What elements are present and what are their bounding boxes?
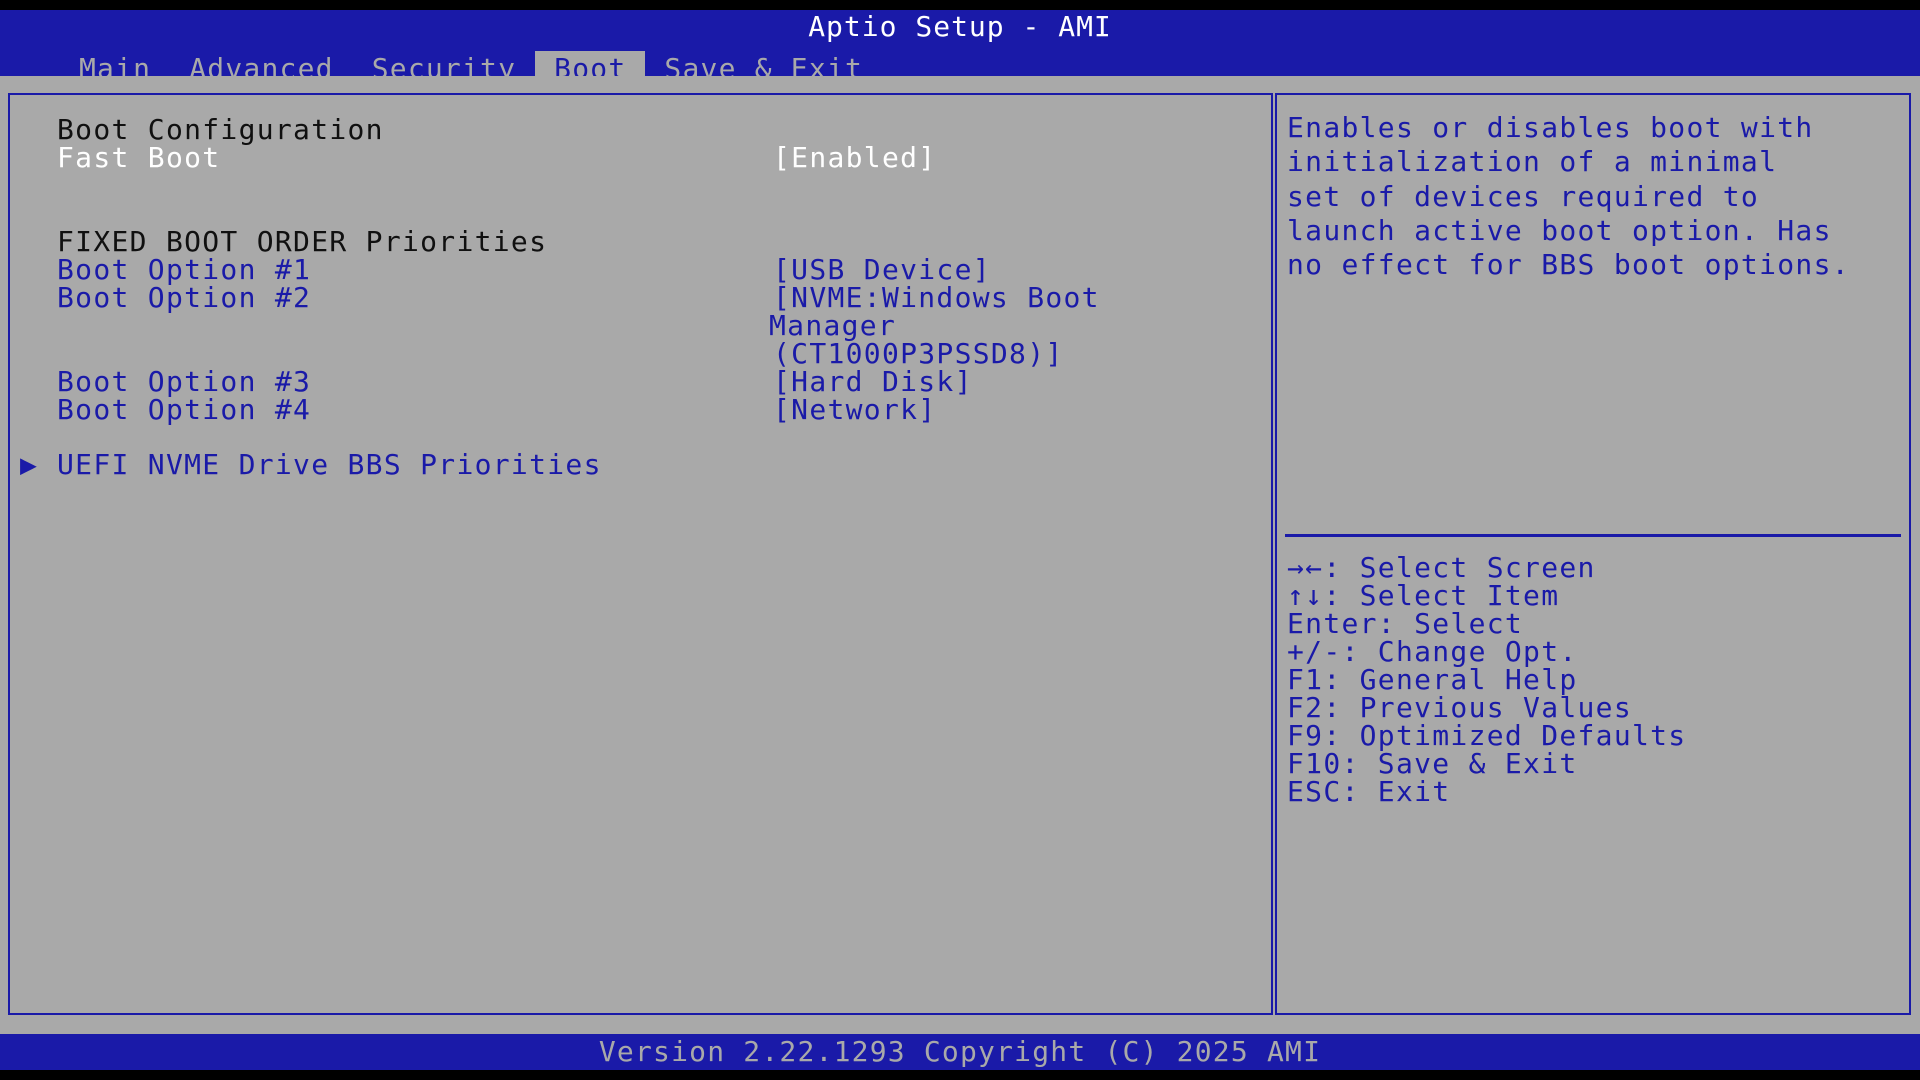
footer-bar: Version 2.22.1293 Copyright (C) 2025 AMI — [0, 1034, 1920, 1070]
boot-option-2-label[interactable]: Boot Option #2 — [57, 281, 311, 315]
help-description: Enables or disables boot with initializa… — [1287, 111, 1850, 282]
bios-screen: Aptio Setup - AMI Main Advanced Security… — [0, 0, 1920, 1080]
main-body: Boot Configuration Fast Boot [Enabled] F… — [0, 76, 1920, 1034]
help-panel: Enables or disables boot with initializa… — [1275, 93, 1911, 1015]
submenu-arrow-icon: ▶ — [20, 448, 39, 481]
header-bar: Aptio Setup - AMI Main Advanced Security… — [0, 10, 1920, 87]
version-copyright: Version 2.22.1293 Copyright (C) 2025 AMI — [598, 1035, 1322, 1068]
boot-option-4-label[interactable]: Boot Option #4 — [57, 393, 311, 427]
submenu-uefi-nvme-bbs-priorities[interactable]: UEFI NVME Drive BBS Priorities — [57, 448, 602, 482]
help-divider — [1285, 534, 1901, 537]
key-hint-esc-exit: ESC: Exit — [1287, 775, 1451, 808]
app-title: Aptio Setup - AMI — [808, 10, 1112, 43]
fast-boot-label[interactable]: Fast Boot — [57, 141, 220, 175]
boot-option-4-value[interactable]: [Network] — [773, 393, 936, 427]
fast-boot-value[interactable]: [Enabled] — [773, 141, 936, 175]
settings-panel: Boot Configuration Fast Boot [Enabled] F… — [8, 93, 1273, 1015]
